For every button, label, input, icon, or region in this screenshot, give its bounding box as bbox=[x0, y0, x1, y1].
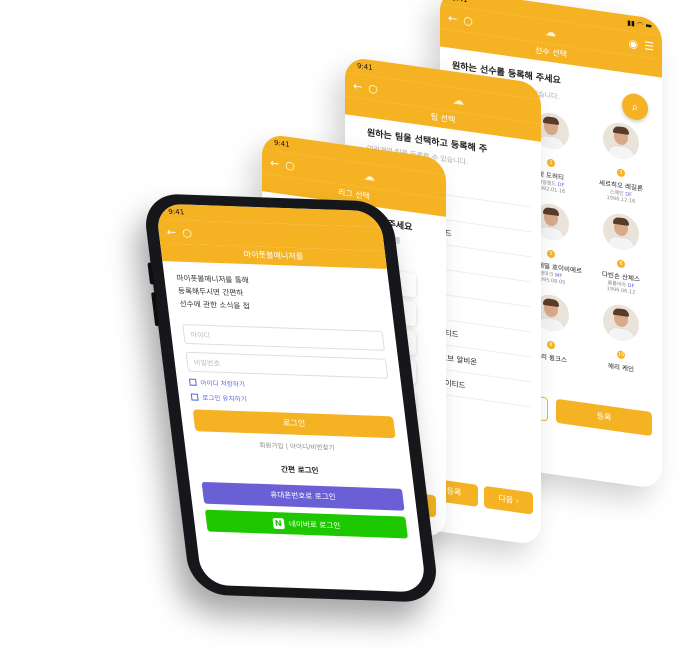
shirt-shape bbox=[537, 134, 565, 152]
simple-login-label: 간편 로그인 bbox=[280, 464, 320, 476]
save-id-checkbox[interactable]: 아이디 저장하기 bbox=[188, 377, 391, 394]
id-input[interactable]: 아이디 bbox=[182, 324, 385, 351]
profile-icon[interactable]: ◉ bbox=[629, 36, 639, 50]
back-arrow-icon[interactable]: ← bbox=[270, 156, 279, 170]
shirt-shape bbox=[537, 225, 565, 243]
password-input[interactable]: 비밀번호 bbox=[185, 351, 389, 379]
register-button[interactable]: 등록 bbox=[556, 398, 652, 437]
back-arrow-icon[interactable]: ← bbox=[353, 79, 362, 93]
checkbox-label: 로그인 유지하기 bbox=[201, 393, 248, 404]
jersey-number-badge: 3 bbox=[617, 168, 625, 178]
shirt-shape bbox=[607, 143, 635, 162]
jersey-number-badge: 2 bbox=[547, 158, 555, 168]
logo-icon: ☁ bbox=[545, 24, 557, 40]
login-form: 마이풋볼매니저를 통해 등록해두시면 간편하 선수에 관한 소식을 접 아이디 … bbox=[162, 261, 421, 549]
volume-button bbox=[147, 262, 155, 285]
volume-button bbox=[151, 292, 160, 327]
checkbox-label: 아이디 저장하기 bbox=[200, 379, 246, 389]
intro-text: 마이풋볼매니저를 통해 등록해두시면 간편하 선수에 관한 소식을 접 bbox=[176, 271, 381, 317]
player-name: 해리 케인 bbox=[608, 362, 634, 374]
jersey-number-badge: 10 bbox=[617, 350, 625, 360]
naver-login-label: 네이버로 로그인 bbox=[288, 518, 341, 530]
checkbox-icon bbox=[188, 378, 197, 386]
player-photo bbox=[603, 302, 639, 344]
next-button[interactable]: 다음 › bbox=[484, 485, 534, 515]
shirt-shape bbox=[607, 325, 635, 344]
search-icon[interactable]: ○ bbox=[181, 226, 192, 239]
status-time: 9:41 bbox=[452, 0, 468, 4]
status-time: 9:41 bbox=[357, 61, 373, 73]
status-time: 9:41 bbox=[274, 138, 290, 149]
player-photo bbox=[603, 120, 639, 162]
naver-login-button[interactable]: N 네이버로 로그인 bbox=[204, 509, 408, 539]
signal-icon: ▮▮ ◠ ▬ bbox=[627, 18, 652, 31]
find-account-link[interactable]: 회원가입 | 아이디/비번찾기 bbox=[196, 437, 398, 454]
back-arrow-icon[interactable]: ← bbox=[166, 225, 177, 238]
player-card[interactable]: 3 세르히오 레길론 스페인 DF 1996.12.16 bbox=[588, 114, 654, 210]
jersey-number-badge: 5 bbox=[547, 249, 555, 259]
jersey-number-badge: 8 bbox=[547, 340, 555, 350]
search-icon[interactable]: ○ bbox=[285, 158, 295, 172]
login-screen: 9:41 ← ○ 마이풋볼매니저를 마이풋볼매니저를 통해 등록해두시면 간편하… bbox=[155, 203, 427, 593]
auto-login-checkbox[interactable]: 로그인 유지하기 bbox=[190, 392, 392, 409]
logo-icon: ☁ bbox=[363, 168, 375, 184]
search-icon[interactable]: ○ bbox=[463, 13, 473, 27]
shirt-shape bbox=[607, 234, 635, 253]
search-icon[interactable]: ○ bbox=[368, 81, 378, 95]
phone-device: 9:41 ← ○ 마이풋볼매니저를 마이풋볼매니저를 통해 등록해두시면 간편하… bbox=[141, 193, 441, 603]
shirt-shape bbox=[537, 316, 565, 334]
app-showcase: 9:41 ▮▮ ◠ ▬ ← ○ ☁ ◉ ☰ 선수 선택 원하는 선수를 등록해 … bbox=[0, 0, 700, 651]
phone-login-button[interactable]: 휴대폰번호로 로그인 bbox=[201, 481, 405, 511]
menu-icon[interactable]: ☰ bbox=[644, 39, 654, 53]
player-card[interactable]: 10 해리 케인 bbox=[588, 296, 654, 392]
player-card[interactable]: 6 다빈손 산체스 콜롬비아 DF 1996.06.12 bbox=[588, 205, 654, 301]
naver-icon: N bbox=[272, 517, 285, 529]
jersey-number-badge: 6 bbox=[617, 259, 625, 269]
login-button[interactable]: 로그인 bbox=[192, 409, 396, 439]
logo-icon: ☁ bbox=[452, 92, 464, 108]
checkbox-icon bbox=[190, 393, 199, 401]
player-photo bbox=[603, 211, 639, 253]
back-arrow-icon[interactable]: ← bbox=[448, 11, 457, 25]
status-time: 9:41 bbox=[167, 207, 185, 217]
